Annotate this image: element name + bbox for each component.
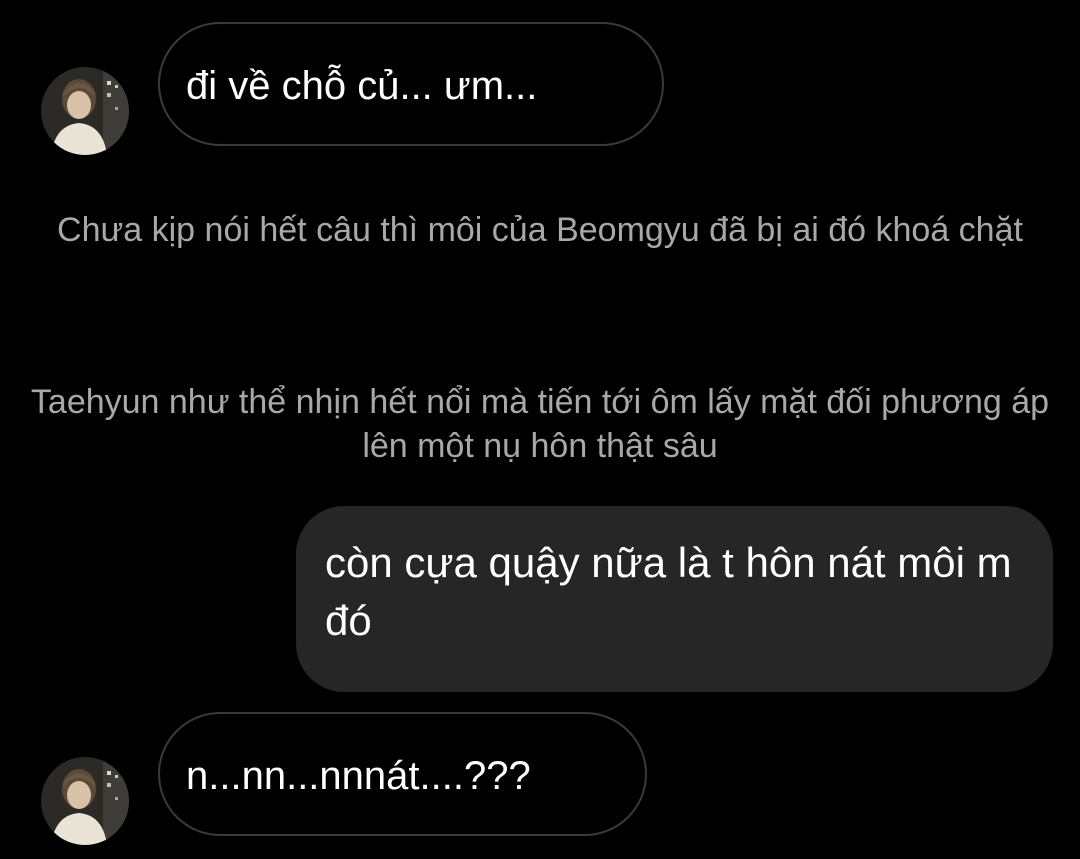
received-message-bubble[interactable]: đi về chỗ củ... ưm...	[158, 22, 664, 146]
narration-text: Taehyun như thể nhịn hết nổi mà tiến tới…	[30, 383, 1050, 465]
avatar-photo	[41, 67, 129, 155]
avatar-photo	[41, 757, 129, 845]
narration-text: Chưa kịp nói hết câu thì môi của Beomgyu…	[57, 211, 1023, 249]
message-text: n...nn...nnnát....???	[186, 754, 531, 798]
sender-avatar[interactable]	[41, 67, 129, 155]
message-text: đi về chỗ củ... ưm...	[186, 64, 538, 108]
received-message-bubble[interactable]: n...nn...nnnát....???	[158, 712, 647, 836]
sender-avatar[interactable]	[41, 757, 129, 845]
sent-message-bubble[interactable]: còn cựa quậy nữa là t hôn nát môi m đó	[296, 506, 1053, 692]
message-text: còn cựa quậy nữa là t hôn nát môi m đó	[325, 539, 1012, 644]
